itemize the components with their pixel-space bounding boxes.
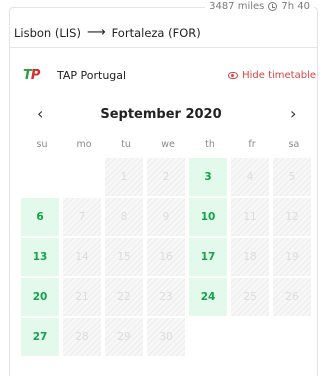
- day-unavailable: 16: [147, 238, 185, 276]
- trip-meta: 3487 miles 7h 40: [205, 1, 314, 12]
- arrow-right-icon: ⟶: [86, 25, 106, 40]
- month-title: September 2020: [100, 107, 222, 122]
- weekday-label: su: [36, 139, 48, 150]
- day-unavailable: 18: [231, 238, 269, 276]
- day-unavailable: 30: [147, 318, 185, 356]
- route-header: Lisbon (LIS) ⟶ Fortaleza (FOR): [14, 25, 201, 40]
- logo-letter-t: T: [23, 68, 32, 83]
- day-available[interactable]: 27: [21, 318, 59, 356]
- distance-text: 3487 miles: [209, 1, 265, 12]
- weekday-label: we: [161, 139, 175, 150]
- origin-label: Lisbon (LIS): [14, 25, 81, 40]
- day-unavailable: 23: [147, 278, 185, 316]
- divider: [9, 47, 318, 48]
- day-unavailable: 25: [231, 278, 269, 316]
- calendar-grid: 1 2 3 4 5 6 7 8 9 10 11 12 13 14 15 16 17 18 19 20 21 22 23 24 2…: [21, 158, 311, 356]
- day-unavailable: 5: [273, 158, 311, 196]
- tap-logo: TP: [23, 68, 40, 83]
- logo-letter-p: P: [30, 68, 40, 83]
- day-unavailable: 19: [273, 238, 311, 276]
- day-unavailable: 22: [105, 278, 143, 316]
- airline-name: TAP Portugal: [57, 69, 127, 82]
- empty-cell: [63, 158, 101, 196]
- day-unavailable: 7: [63, 198, 101, 236]
- duration-text: 7h 40: [281, 1, 310, 12]
- day-available[interactable]: 6: [21, 198, 59, 236]
- eye-icon: [228, 72, 239, 79]
- destination-label: Fortaleza (FOR): [111, 25, 201, 40]
- day-unavailable: 11: [231, 198, 269, 236]
- day-available[interactable]: 24: [189, 278, 227, 316]
- hide-timetable-label: Hide timetable: [242, 70, 316, 81]
- weekday-label: sa: [288, 139, 300, 150]
- day-unavailable: 8: [105, 198, 143, 236]
- day-unavailable: 4: [231, 158, 269, 196]
- day-unavailable: 12: [273, 198, 311, 236]
- day-unavailable: 14: [63, 238, 101, 276]
- weekday-header: su mo tu we th fr sa: [21, 139, 315, 150]
- weekday-label: th: [205, 139, 215, 150]
- day-unavailable: 29: [105, 318, 143, 356]
- day-unavailable: 26: [273, 278, 311, 316]
- day-available[interactable]: 10: [189, 198, 227, 236]
- weekday-label: tu: [121, 139, 131, 150]
- day-available[interactable]: 3: [189, 158, 227, 196]
- day-unavailable: 9: [147, 198, 185, 236]
- day-available[interactable]: 13: [21, 238, 59, 276]
- empty-cell: [21, 158, 59, 196]
- hide-timetable-button[interactable]: Hide timetable: [228, 70, 316, 81]
- day-unavailable: 15: [105, 238, 143, 276]
- weekday-label: fr: [248, 139, 256, 150]
- day-unavailable: 1: [105, 158, 143, 196]
- day-available[interactable]: 20: [21, 278, 59, 316]
- clock-icon: [268, 2, 278, 11]
- day-unavailable: 2: [147, 158, 185, 196]
- next-month-button[interactable]: ›: [290, 104, 296, 123]
- day-unavailable: 28: [63, 318, 101, 356]
- day-available[interactable]: 17: [189, 238, 227, 276]
- day-unavailable: 21: [63, 278, 101, 316]
- weekday-label: mo: [76, 139, 92, 150]
